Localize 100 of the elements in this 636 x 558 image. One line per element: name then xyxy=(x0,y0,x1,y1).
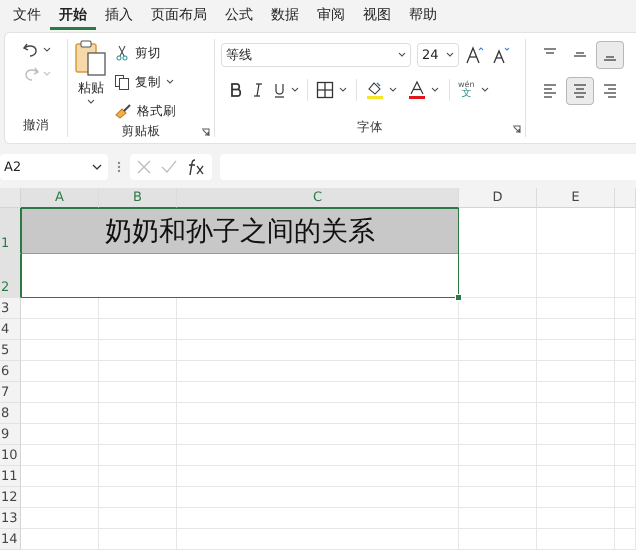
grid-cell[interactable] xyxy=(99,424,177,445)
grid-cell[interactable] xyxy=(21,382,99,403)
caret-icon[interactable] xyxy=(446,52,454,58)
font-color-icon[interactable] xyxy=(407,80,441,100)
name-box[interactable]: A2 xyxy=(0,154,108,180)
grid-cell[interactable] xyxy=(537,254,615,298)
cancel-icon[interactable] xyxy=(136,159,152,175)
row-header[interactable]: 3 xyxy=(0,298,21,319)
grid-cell[interactable] xyxy=(615,382,636,403)
grid-cell[interactable] xyxy=(459,340,537,361)
grid-cell[interactable] xyxy=(21,487,99,508)
caret-icon[interactable] xyxy=(87,99,95,105)
caret-icon[interactable] xyxy=(92,164,102,170)
grid-cell[interactable] xyxy=(615,424,636,445)
grid-cell[interactable] xyxy=(99,382,177,403)
grid-cell[interactable] xyxy=(459,319,537,340)
grid-cell[interactable] xyxy=(21,424,99,445)
grid-cell[interactable] xyxy=(459,529,537,550)
grid-cell[interactable] xyxy=(459,403,537,424)
grid-cell[interactable] xyxy=(615,466,636,487)
menu-tab[interactable]: 插入 xyxy=(96,0,142,30)
caret-icon[interactable] xyxy=(398,52,406,58)
grid-cell[interactable] xyxy=(99,340,177,361)
grid-cell[interactable] xyxy=(177,403,459,424)
grid-cell[interactable] xyxy=(177,466,459,487)
column-header[interactable]: A xyxy=(21,188,99,208)
caret-icon[interactable] xyxy=(480,87,489,93)
grid-cell[interactable] xyxy=(459,424,537,445)
grid-cell[interactable] xyxy=(459,208,537,254)
undo-button[interactable] xyxy=(22,41,50,59)
dialog-launcher-icon[interactable] xyxy=(512,125,521,134)
grid-cell[interactable] xyxy=(99,298,177,319)
cut-button[interactable]: 剪切 xyxy=(114,41,176,65)
grid-cell[interactable] xyxy=(615,403,636,424)
paste-button[interactable]: 粘贴 xyxy=(74,39,108,123)
grid-cell[interactable] xyxy=(537,445,615,466)
row-header[interactable]: 10 xyxy=(0,445,21,466)
grid-cell[interactable] xyxy=(537,424,615,445)
grid-cell[interactable] xyxy=(177,445,459,466)
grid-cell[interactable] xyxy=(537,208,615,254)
grid-cell[interactable] xyxy=(21,508,99,529)
row-header[interactable]: 1 xyxy=(0,208,21,254)
font-name-dropdown[interactable]: 等线 xyxy=(221,43,411,67)
font-size-dropdown[interactable]: 24 xyxy=(417,43,459,67)
decrease-font-icon[interactable] xyxy=(491,45,511,65)
grid-cell[interactable] xyxy=(615,319,636,340)
fill-color-icon[interactable] xyxy=(365,80,399,100)
grid-cell[interactable] xyxy=(21,529,99,550)
align-bottom-button[interactable] xyxy=(596,41,624,69)
check-icon[interactable] xyxy=(160,159,178,175)
grid-cell[interactable] xyxy=(615,529,636,550)
grid-cell[interactable] xyxy=(537,466,615,487)
column-header[interactable] xyxy=(615,188,636,208)
grid-cell[interactable] xyxy=(177,508,459,529)
grid-cell[interactable] xyxy=(615,254,636,298)
grid-cell[interactable] xyxy=(459,508,537,529)
menu-tab[interactable]: 公式 xyxy=(216,0,262,30)
menu-tab[interactable]: 帮助 xyxy=(400,0,446,30)
grid-cell[interactable] xyxy=(537,529,615,550)
grid-cell[interactable] xyxy=(99,487,177,508)
dialog-launcher-icon[interactable] xyxy=(201,128,210,137)
function-icon[interactable] xyxy=(186,158,206,176)
grid-cell[interactable] xyxy=(177,361,459,382)
column-header[interactable]: B xyxy=(99,188,177,208)
menu-tab[interactable]: 审阅 xyxy=(308,0,354,30)
grid-cell[interactable] xyxy=(177,340,459,361)
grid-cell[interactable] xyxy=(537,298,615,319)
grid-cell[interactable] xyxy=(537,403,615,424)
grid-cell[interactable] xyxy=(615,208,636,254)
caret-icon[interactable] xyxy=(166,79,174,85)
row-header[interactable]: 13 xyxy=(0,508,21,529)
copy-icon[interactable] xyxy=(114,74,130,90)
grid-cell[interactable] xyxy=(537,340,615,361)
grid-cell[interactable] xyxy=(177,382,459,403)
menu-tab[interactable]: 文件 xyxy=(4,0,50,30)
grid-cell[interactable] xyxy=(615,340,636,361)
grid-cell[interactable] xyxy=(21,403,99,424)
borders-icon[interactable] xyxy=(316,81,348,99)
grid-cell[interactable] xyxy=(177,319,459,340)
paintbrush-icon[interactable] xyxy=(114,103,132,119)
grid-cell[interactable] xyxy=(459,466,537,487)
column-header[interactable]: D xyxy=(459,188,537,208)
menu-tab[interactable]: 数据 xyxy=(262,0,308,30)
copy-button[interactable]: 复制 xyxy=(114,70,176,94)
grid-cell[interactable] xyxy=(99,466,177,487)
row-header[interactable]: 7 xyxy=(0,382,21,403)
column-header[interactable]: C xyxy=(177,188,459,208)
caret-icon[interactable] xyxy=(42,47,50,53)
grid-cell[interactable] xyxy=(99,508,177,529)
grid-cell[interactable] xyxy=(21,361,99,382)
underline-icon[interactable] xyxy=(273,82,299,98)
row-header[interactable]: 12 xyxy=(0,487,21,508)
grid-cell[interactable] xyxy=(537,319,615,340)
grid-cell[interactable] xyxy=(537,361,615,382)
row-header[interactable]: 5 xyxy=(0,340,21,361)
row-header[interactable]: 6 xyxy=(0,361,21,382)
select-all-corner[interactable] xyxy=(0,188,21,208)
grid-cell[interactable] xyxy=(615,298,636,319)
format-painter-button[interactable]: 格式刷 xyxy=(114,99,176,123)
bold-icon[interactable] xyxy=(229,82,243,98)
